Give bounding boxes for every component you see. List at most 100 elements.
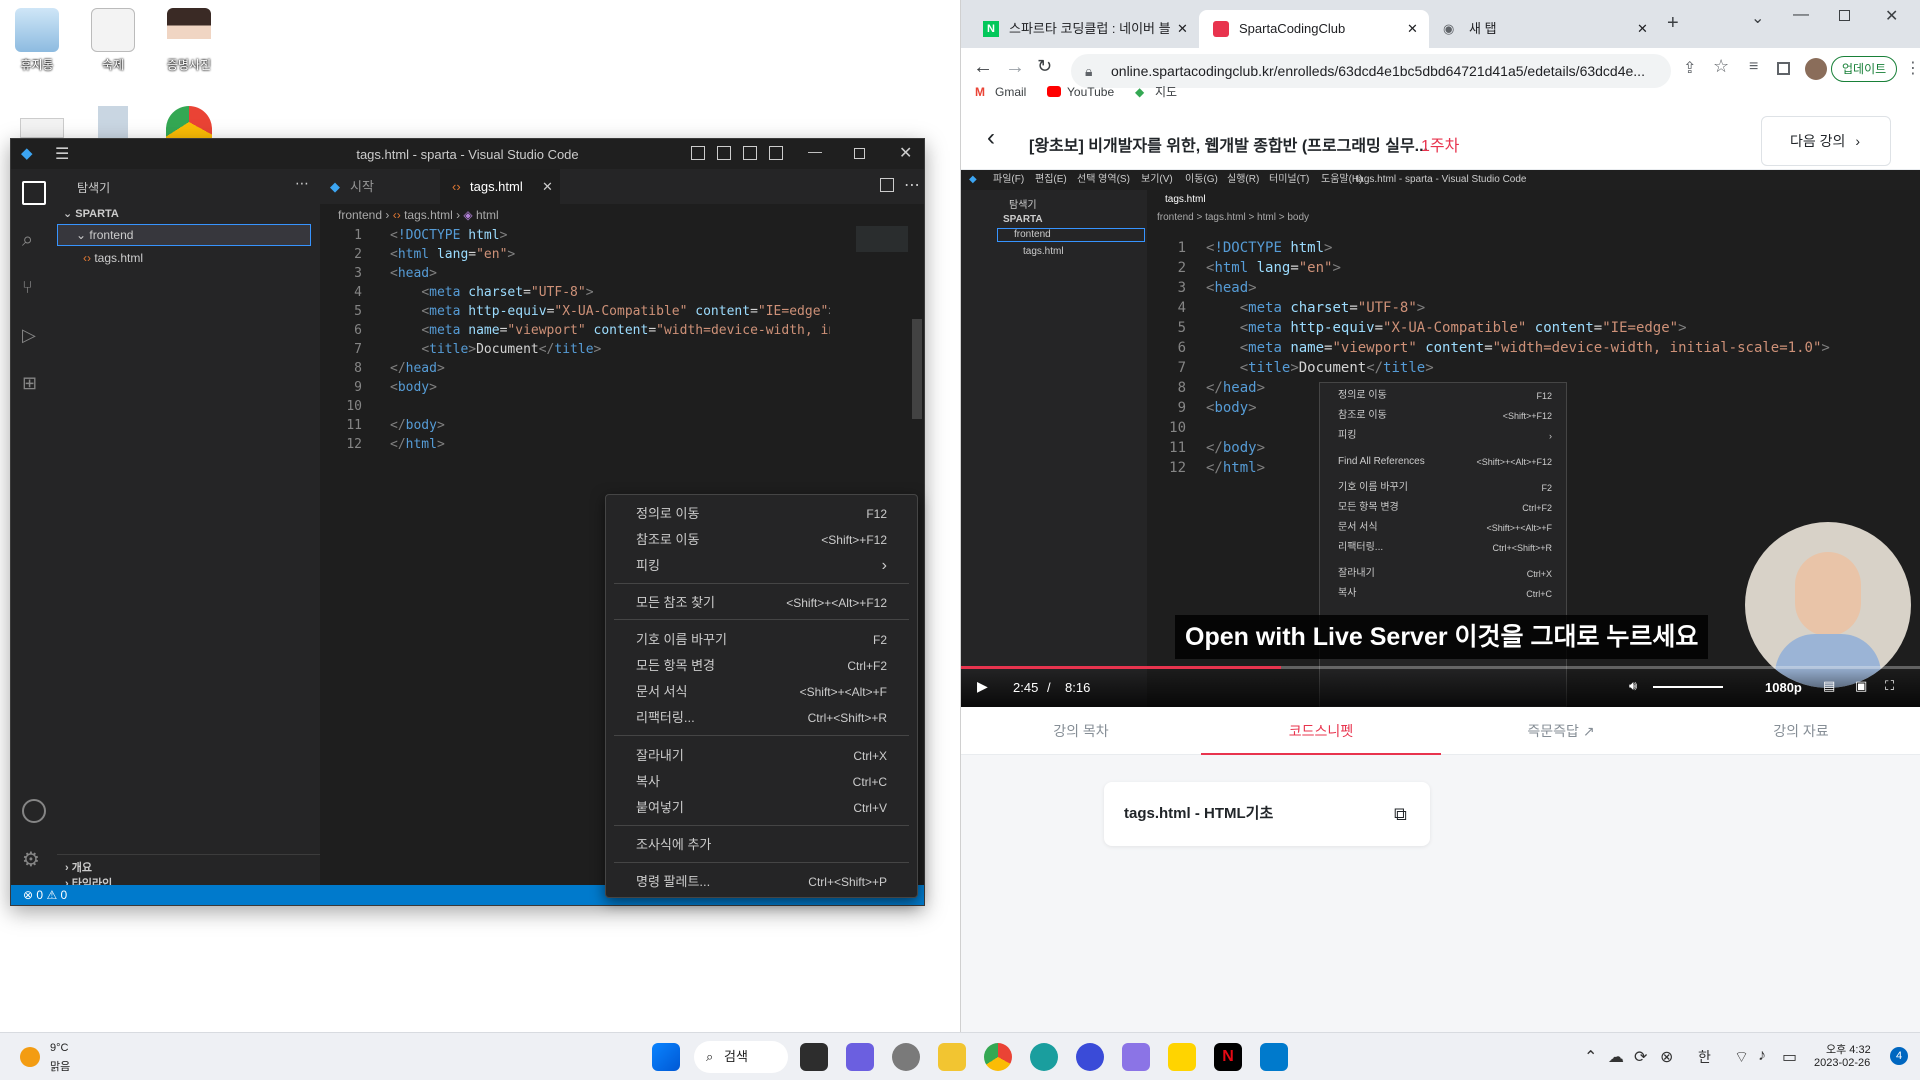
chevron-down-icon[interactable]: ⌄ (1751, 8, 1764, 28)
menu-item-cut[interactable]: 잘라내기 Ctrl+X (606, 743, 917, 769)
code-content[interactable]: <!DOCTYPE html> <html lang="en"> <head> … (390, 226, 830, 454)
clock-date[interactable]: 2023-02-26 (1814, 1057, 1870, 1069)
run-debug-icon[interactable]: ▷ (22, 325, 46, 349)
close-icon[interactable]: ✕ (1885, 6, 1898, 26)
cloud-icon[interactable]: ☁ (1608, 1047, 1624, 1067)
reload-icon[interactable]: ↻ (1037, 56, 1052, 77)
minimize-icon[interactable]: — (808, 143, 822, 159)
close-tab-icon[interactable]: ✕ (1177, 10, 1188, 48)
sun-icon[interactable] (20, 1047, 40, 1067)
weather-temp[interactable]: 9°C (50, 1042, 68, 1054)
tab-tags-html[interactable]: ‹› tags.html ✕ (440, 169, 560, 204)
toggle-secondary-sidebar-icon[interactable] (743, 146, 757, 160)
avatar[interactable] (1805, 58, 1827, 80)
outline-section[interactable]: › 개요 (65, 859, 92, 875)
account-icon[interactable] (22, 799, 46, 823)
netflix-icon[interactable]: N (1214, 1043, 1242, 1071)
snippet-card[interactable]: tags.html - HTML기초 ⧉ (1104, 782, 1430, 846)
minimap[interactable] (856, 226, 908, 252)
volume-slider[interactable] (1653, 686, 1723, 688)
explorer-icon[interactable] (22, 181, 46, 205)
menu-item-copy[interactable]: 복사 Ctrl+C (606, 769, 917, 795)
browser-tab[interactable]: ◉ 새 탭 ✕ (1429, 10, 1659, 48)
breadcrumb-item[interactable]: tags.html (404, 208, 453, 222)
tree-item-frontend[interactable]: ⌄ frontend (57, 224, 311, 246)
menu-item-go-to-references[interactable]: 참조로 이동 <Shift>+F12 (606, 527, 917, 553)
menu-item-go-to-definition[interactable]: 정의로 이동 F12 (606, 501, 917, 527)
menu-item-peek[interactable]: 피킹 › (606, 553, 917, 579)
app-icon[interactable] (1076, 1043, 1104, 1071)
wifi-icon[interactable]: ⌔ (1734, 1047, 1749, 1067)
chevron-up-icon[interactable]: ⌃ (1584, 1047, 1597, 1067)
maximize-icon[interactable] (854, 148, 865, 159)
task-view-icon[interactable] (800, 1043, 828, 1071)
browser-tab-active[interactable]: SpartaCodingClub ✕ (1199, 10, 1429, 48)
desktop-icon-photo[interactable]: 증명사진 (154, 8, 224, 73)
menu-item-find-all-references[interactable]: 모든 참조 찾기 <Shift>+<Alt>+F12 (606, 590, 917, 616)
tab-code-snippet[interactable]: 코드스니펫 (1201, 707, 1441, 755)
gear-icon[interactable]: ⚙ (22, 847, 46, 871)
forward-icon[interactable]: → (1005, 56, 1025, 79)
bookmark-maps[interactable]: ◆ 지도 (1133, 80, 1177, 104)
menu-item-add-to-watch[interactable]: 조사식에 추가 (606, 832, 917, 858)
chat-icon[interactable] (846, 1043, 874, 1071)
more-actions-icon[interactable]: ⋯ (295, 175, 309, 192)
captions-icon[interactable]: ▤ (1823, 678, 1835, 694)
bookmark-gmail[interactable]: M Gmail (973, 80, 1026, 104)
edge-icon[interactable] (1030, 1043, 1058, 1071)
settings-icon[interactable] (892, 1043, 920, 1071)
browser-tab[interactable]: N 스파르타 코딩클럽 : 네이버 블 ✕ (969, 10, 1199, 48)
status-icon[interactable]: ⊗ (1660, 1047, 1673, 1067)
vscode-taskbar-icon[interactable] (1260, 1043, 1288, 1071)
video-player[interactable]: ◆ 파일(F) 편집(E) 선택 영역(S) 보기(V) 이동(G) 실행(R)… (961, 170, 1920, 707)
back-chevron-icon[interactable]: ‹ (987, 124, 995, 152)
toggle-sidebar-icon[interactable] (691, 146, 705, 160)
tab-lecture-materials[interactable]: 강의 자료 (1681, 707, 1920, 755)
customize-layout-icon[interactable] (769, 146, 783, 160)
tree-item-tags-html[interactable]: ‹› tags.html (83, 251, 143, 265)
close-icon[interactable]: ✕ (899, 143, 912, 163)
play-icon[interactable]: ▶ (977, 678, 988, 695)
search-icon[interactable]: ⌕ (22, 229, 46, 253)
ime-indicator[interactable]: 한 (1698, 1047, 1711, 1067)
kakaotalk-icon[interactable] (1168, 1043, 1196, 1071)
share-icon[interactable]: ⇪ (1683, 58, 1696, 78)
battery-icon[interactable]: ▭ (1782, 1047, 1797, 1067)
tab-table-of-contents[interactable]: 강의 목차 (961, 707, 1201, 755)
star-icon[interactable]: ☆ (1713, 56, 1729, 77)
extensions-icon[interactable]: ⊞ (22, 373, 46, 397)
menu-item-refactor[interactable]: 리팩터링... Ctrl+<Shift>+R (606, 705, 917, 731)
windows-start-icon[interactable] (652, 1043, 680, 1071)
progress-bar[interactable] (961, 666, 1920, 669)
close-tab-icon[interactable]: ✕ (542, 169, 553, 204)
quality-label[interactable]: 1080p (1765, 680, 1802, 695)
breadcrumb-item[interactable]: frontend (338, 208, 382, 222)
maximize-icon[interactable] (1839, 10, 1850, 21)
warning-count[interactable]: 0 (61, 888, 68, 902)
breadcrumb-item[interactable]: html (476, 208, 499, 222)
menu-item-command-palette[interactable]: 명령 팔레트... Ctrl+<Shift>+P (606, 869, 917, 895)
reading-list-icon[interactable]: ≡ (1749, 58, 1758, 76)
pip-icon[interactable]: ▣ (1855, 678, 1867, 694)
side-panel-icon[interactable] (1777, 62, 1790, 75)
explorer-root[interactable]: ⌄ SPARTA (63, 207, 119, 220)
copy-icon[interactable]: ⧉ (1394, 782, 1407, 846)
tab-welcome[interactable]: ◆ 시작 (320, 169, 440, 204)
menu-item-format-document[interactable]: 문서 서식 <Shift>+<Alt>+F (606, 679, 917, 705)
toggle-panel-icon[interactable] (717, 146, 731, 160)
split-editor-icon[interactable] (880, 178, 894, 192)
volume-icon[interactable]: ♪ (1758, 1047, 1766, 1065)
sync-icon[interactable]: ⟳ (1634, 1047, 1647, 1067)
fullscreen-icon[interactable]: ⛶ (1885, 678, 1894, 694)
new-tab-button[interactable]: + (1667, 12, 1679, 35)
source-control-icon[interactable]: ⑂ (22, 277, 46, 301)
app-icon[interactable] (1122, 1043, 1150, 1071)
menu-item-paste[interactable]: 붙여넣기 Ctrl+V (606, 795, 917, 821)
notification-badge[interactable]: 4 (1890, 1047, 1908, 1065)
menu-item-rename-symbol[interactable]: 기호 이름 바꾸기 F2 (606, 627, 917, 653)
minimize-icon[interactable]: — (1793, 6, 1809, 24)
more-actions-icon[interactable]: ⋯ (904, 175, 920, 195)
desktop-icon-homework[interactable]: 숙제 (78, 8, 148, 73)
menu-item-change-all-occurrences[interactable]: 모든 항목 변경 Ctrl+F2 (606, 653, 917, 679)
scrollbar[interactable] (912, 319, 922, 419)
